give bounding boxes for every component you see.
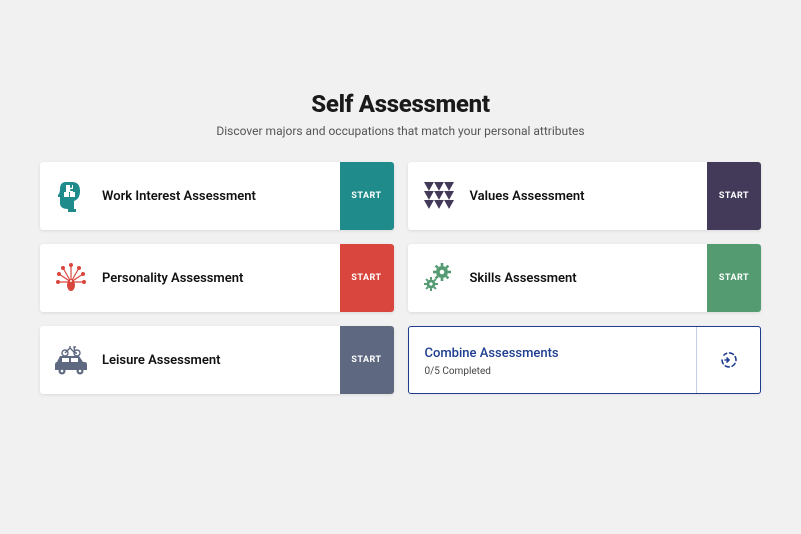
assessment-grid: Work Interest Assessment START bbox=[40, 162, 761, 394]
start-button-leisure[interactable]: START bbox=[340, 326, 394, 394]
card-label: Skills Assessment bbox=[470, 244, 708, 312]
start-button-work-interest[interactable]: START bbox=[340, 162, 394, 230]
start-button-personality[interactable]: START bbox=[340, 244, 394, 312]
card-skills[interactable]: Skills Assessment START bbox=[408, 244, 762, 312]
head-puzzle-icon bbox=[40, 162, 102, 230]
gears-icon bbox=[408, 244, 470, 312]
pattern-icon bbox=[408, 162, 470, 230]
card-work-interest[interactable]: Work Interest Assessment START bbox=[40, 162, 394, 230]
card-label: Work Interest Assessment bbox=[102, 162, 340, 230]
combine-status: 0/5 Completed bbox=[425, 366, 681, 377]
combine-text: Combine Assessments 0/5 Completed bbox=[409, 327, 697, 393]
start-button-skills[interactable]: START bbox=[707, 244, 761, 312]
combine-icon bbox=[718, 349, 740, 371]
card-label: Personality Assessment bbox=[102, 244, 340, 312]
car-bike-icon bbox=[40, 326, 102, 394]
peacock-icon bbox=[40, 244, 102, 312]
card-personality[interactable]: Personality Assessment START bbox=[40, 244, 394, 312]
page-title: Self Assessment bbox=[40, 90, 761, 118]
combine-title: Combine Assessments bbox=[425, 346, 681, 361]
combine-action-button[interactable] bbox=[696, 327, 760, 393]
self-assessment-page: Self Assessment Discover majors and occu… bbox=[0, 0, 801, 534]
card-values[interactable]: Values Assessment START bbox=[408, 162, 762, 230]
card-label: Values Assessment bbox=[470, 162, 708, 230]
card-label: Leisure Assessment bbox=[102, 326, 340, 394]
start-button-values[interactable]: START bbox=[707, 162, 761, 230]
page-header: Self Assessment Discover majors and occu… bbox=[40, 90, 761, 138]
card-leisure[interactable]: Leisure Assessment START bbox=[40, 326, 394, 394]
page-subtitle: Discover majors and occupations that mat… bbox=[40, 124, 761, 138]
card-combine-assessments[interactable]: Combine Assessments 0/5 Completed bbox=[408, 326, 762, 394]
